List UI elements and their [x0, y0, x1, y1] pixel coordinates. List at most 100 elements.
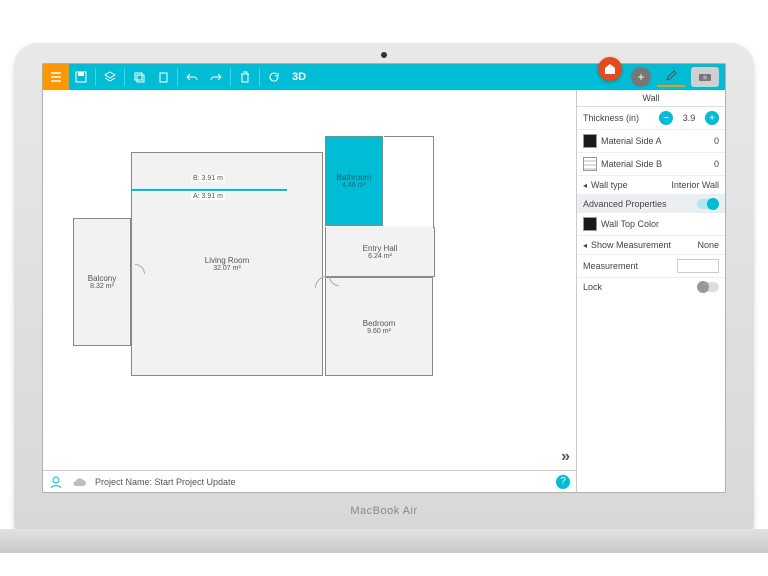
- room-label: Living Room: [205, 256, 249, 265]
- help-button[interactable]: ?: [556, 475, 570, 489]
- redo-button[interactable]: [204, 64, 228, 90]
- walltype-value: Interior Wall: [671, 180, 719, 190]
- expand-panel-button[interactable]: »: [561, 448, 570, 466]
- room-area: 32.07 m²: [213, 265, 241, 272]
- room-balcony[interactable]: Balcony 8.32 m²: [73, 218, 131, 346]
- plus-icon: +: [637, 70, 644, 84]
- menu-button[interactable]: [43, 64, 69, 90]
- copy-icon: [134, 72, 145, 83]
- layers-icon: [104, 71, 116, 83]
- camera-icon: [698, 72, 712, 82]
- room-bathroom[interactable]: Bathroom 4.46 m²: [325, 136, 383, 226]
- laptop-brand: MacBook Air: [350, 505, 417, 517]
- topcolor-swatch[interactable]: [583, 217, 597, 231]
- cloud-icon[interactable]: [71, 476, 87, 488]
- advanced-toggle[interactable]: [697, 199, 719, 209]
- save-icon: [75, 71, 87, 83]
- material-a-value: 0: [714, 136, 719, 146]
- advanced-header[interactable]: Advanced Properties: [577, 195, 725, 213]
- separator: [95, 68, 96, 86]
- material-b-swatch[interactable]: [583, 157, 597, 171]
- measurement-row: Measurement: [577, 255, 725, 278]
- redo-icon: [210, 72, 222, 82]
- home-icon: [603, 63, 617, 76]
- project-name: Project Name: Start Project Update: [95, 477, 236, 487]
- separator: [230, 68, 231, 86]
- room-entry[interactable]: Entry Hall 6.24 m²: [325, 227, 435, 277]
- thickness-row: Thickness (in) − 3.9 +: [577, 107, 725, 130]
- material-b-label: Material Side B: [601, 159, 710, 169]
- measurement-label: Measurement: [583, 261, 673, 271]
- lock-label: Lock: [583, 282, 693, 292]
- trash-icon: [240, 71, 250, 83]
- separator: [124, 68, 125, 86]
- room-area: 9.60 m²: [367, 328, 391, 335]
- edit-tab[interactable]: [657, 67, 685, 87]
- app-screen: 3D + Balcony 8.32 m² Li: [42, 63, 726, 493]
- toolbar-right: +: [631, 67, 725, 87]
- camera-tab[interactable]: [691, 67, 719, 87]
- lock-row: Lock: [577, 278, 725, 296]
- walltype-label: Wall type: [591, 180, 667, 190]
- content-area: Balcony 8.32 m² Living Room 32.07 m² Bat…: [43, 90, 725, 492]
- caret-left-icon: ◂: [583, 241, 587, 250]
- decrease-thickness-button[interactable]: −: [659, 111, 673, 125]
- floorplan-canvas[interactable]: Balcony 8.32 m² Living Room 32.07 m² Bat…: [43, 90, 576, 470]
- material-a-row[interactable]: Material Side A 0: [577, 130, 725, 153]
- save-button[interactable]: [69, 64, 93, 90]
- entry-extension: [384, 136, 434, 228]
- material-b-value: 0: [714, 159, 719, 169]
- laptop-base: [0, 529, 768, 553]
- dimension-a: A: 3.91 m: [191, 193, 225, 200]
- undo-button[interactable]: [180, 64, 204, 90]
- paste-button[interactable]: [151, 64, 175, 90]
- showmeas-row[interactable]: ◂ Show Measurement None: [577, 236, 725, 255]
- dimension-b: B: 3.91 m: [191, 175, 225, 182]
- selected-wall[interactable]: [131, 189, 287, 191]
- material-a-swatch[interactable]: [583, 134, 597, 148]
- separator: [177, 68, 178, 86]
- room-area: 6.24 m²: [368, 253, 392, 260]
- showmeas-value: None: [697, 240, 719, 250]
- lock-toggle[interactable]: [697, 282, 719, 292]
- layers-button[interactable]: [98, 64, 122, 90]
- copy-button[interactable]: [127, 64, 151, 90]
- room-label: Entry Hall: [363, 244, 398, 253]
- canvas-column: Balcony 8.32 m² Living Room 32.07 m² Bat…: [43, 90, 577, 492]
- room-area: 8.32 m²: [90, 283, 114, 290]
- increase-thickness-button[interactable]: +: [705, 111, 719, 125]
- separator: [259, 68, 260, 86]
- panel-title: Wall: [577, 90, 725, 107]
- rotate-button[interactable]: [262, 64, 286, 90]
- 3d-toggle[interactable]: 3D: [286, 71, 312, 83]
- top-toolbar: 3D +: [43, 64, 725, 90]
- room-label: Balcony: [88, 274, 116, 283]
- undo-icon: [186, 72, 198, 82]
- room-living[interactable]: Living Room 32.07 m²: [131, 152, 323, 376]
- thickness-value[interactable]: 3.9: [677, 113, 701, 123]
- user-icon[interactable]: [49, 475, 63, 489]
- delete-button[interactable]: [233, 64, 257, 90]
- laptop-frame: 3D + Balcony 8.32 m² Li: [14, 43, 754, 533]
- camera-dot: [381, 52, 387, 58]
- thickness-label: Thickness (in): [583, 113, 655, 123]
- room-label: Bedroom: [363, 319, 395, 328]
- topcolor-label: Wall Top Color: [601, 219, 719, 229]
- clipboard-icon: [158, 72, 169, 83]
- walltype-row[interactable]: ◂ Wall type Interior Wall: [577, 176, 725, 195]
- pencil-icon: [665, 70, 677, 82]
- hamburger-icon: [50, 72, 62, 82]
- room-label: Bathroom: [337, 173, 372, 182]
- topcolor-row[interactable]: Wall Top Color: [577, 213, 725, 236]
- canvas-footer: Project Name: Start Project Update ?: [43, 470, 576, 492]
- measurement-input[interactable]: [677, 259, 719, 273]
- properties-panel: Wall Thickness (in) − 3.9 + Material Sid…: [577, 90, 725, 492]
- rotate-icon: [268, 71, 280, 83]
- room-bedroom[interactable]: Bedroom 9.60 m²: [325, 277, 433, 376]
- material-b-row[interactable]: Material Side B 0: [577, 153, 725, 176]
- showmeas-label: Show Measurement: [591, 240, 693, 250]
- material-a-label: Material Side A: [601, 136, 710, 146]
- caret-left-icon: ◂: [583, 181, 587, 190]
- room-area: 4.46 m²: [342, 182, 366, 189]
- add-tab[interactable]: +: [631, 67, 651, 87]
